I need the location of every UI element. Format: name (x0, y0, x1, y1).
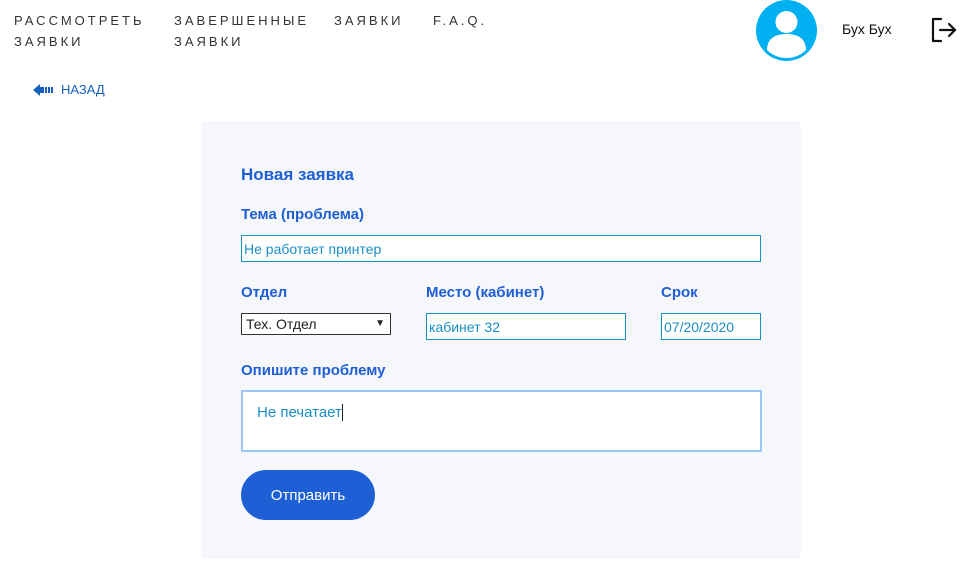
dropdown-caret-icon: ▼ (375, 318, 385, 329)
nav-item-requests[interactable]: Заявки (334, 10, 433, 52)
deadline-label: Срок (661, 284, 698, 301)
topic-input[interactable] (241, 235, 761, 262)
department-selected-value: Тех. Отдел (246, 316, 317, 332)
back-link[interactable]: НАЗАД (33, 82, 105, 97)
description-label: Опишите проблему (241, 362, 386, 379)
department-label: Отдел (241, 284, 288, 301)
deadline-input[interactable] (661, 313, 761, 340)
form-title: Новая заявка (241, 165, 354, 184)
topic-label: Тема (проблема) (241, 206, 364, 223)
logout-icon[interactable] (930, 16, 958, 44)
user-name: Бух Бух (842, 21, 892, 37)
submit-button[interactable]: Отправить (241, 470, 375, 520)
top-nav: Рассмотреть заявки Завершенные заявки За… (14, 10, 513, 52)
user-avatar-icon[interactable] (756, 0, 817, 61)
new-request-card: Новая заявка Тема (проблема) Отдел Тех. … (201, 121, 801, 559)
description-textarea[interactable]: Не печатает (241, 390, 762, 452)
place-label: Место (кабинет) (426, 284, 545, 301)
back-arrow-icon (33, 83, 53, 96)
nav-item-review-requests[interactable]: Рассмотреть заявки (14, 10, 174, 52)
back-label: НАЗАД (61, 82, 105, 97)
description-text: Не печатает (257, 404, 342, 421)
department-select[interactable]: Тех. Отдел ▼ (241, 313, 391, 335)
nav-item-completed-requests[interactable]: Завершенные заявки (174, 10, 334, 52)
nav-item-faq[interactable]: F.A.Q. (433, 10, 513, 52)
text-cursor (341, 404, 343, 421)
place-input[interactable] (426, 313, 626, 340)
